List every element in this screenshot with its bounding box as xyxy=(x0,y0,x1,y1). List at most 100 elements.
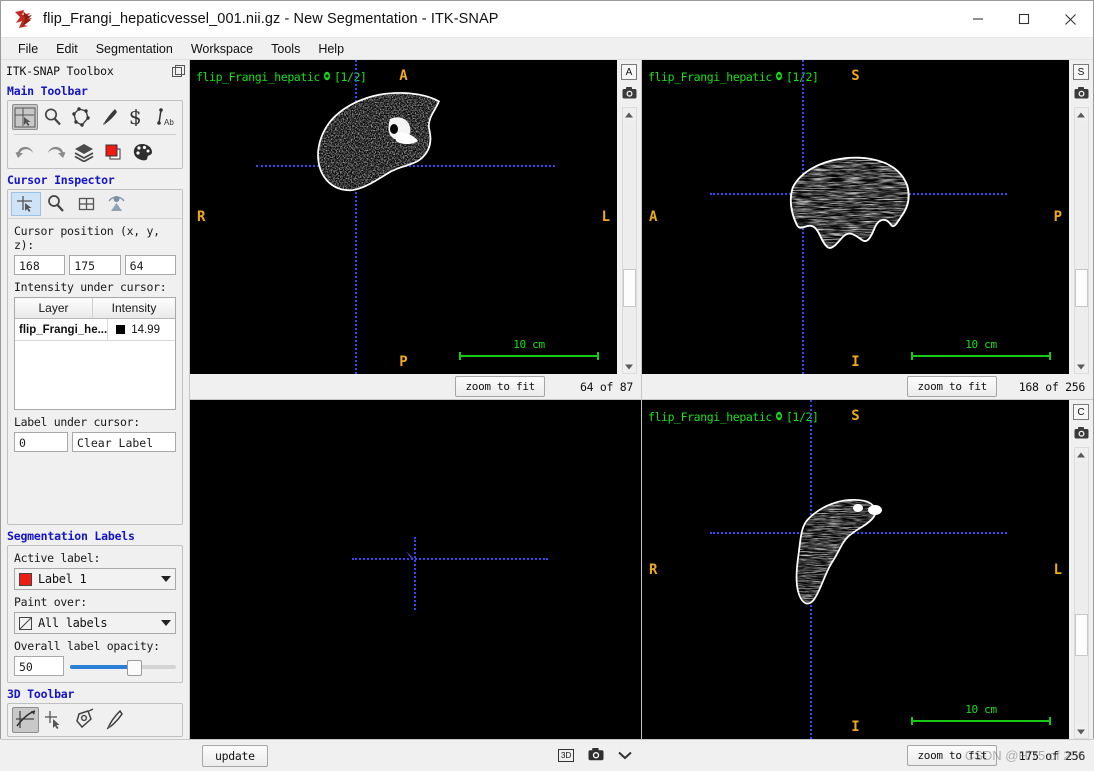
axial-vertical-scrollbar[interactable] xyxy=(621,107,637,374)
camera-icon[interactable] xyxy=(1074,86,1089,102)
scroll-down-arrow-icon[interactable] xyxy=(1074,725,1088,738)
scalpel-icon[interactable] xyxy=(99,707,126,733)
axial-ruler-label: 10 cm xyxy=(513,338,545,351)
scroll-up-arrow-icon[interactable] xyxy=(1074,448,1088,461)
sagittal-zoom-to-fit-button[interactable]: zoom to fit xyxy=(907,376,997,397)
panel-sagittal: flip_Frangi_hepatic [1/2] S I A P 10 cm … xyxy=(641,60,1093,399)
undock-icon[interactable] xyxy=(172,64,185,78)
paint-over-caption: Paint over: xyxy=(14,595,87,609)
intensity-table[interactable]: Layer Intensity flip_Frangi_he... 14.99 xyxy=(14,297,176,410)
paint-over-swatch-icon xyxy=(19,616,32,630)
camera-icon[interactable] xyxy=(1074,426,1089,442)
3d-toggle-icon[interactable]: 3D xyxy=(558,749,575,762)
crosshair-tool-icon[interactable] xyxy=(12,104,38,130)
sagittal-orientation-button[interactable]: S xyxy=(1073,64,1089,80)
coronal-side-strip: C xyxy=(1069,400,1093,739)
menu-tools[interactable]: Tools xyxy=(262,40,309,58)
axial-canvas[interactable]: flip_Frangi_hepatic [1/2] A P R L 10 cm xyxy=(190,60,617,374)
sagittal-layer-name: flip_Frangi_hepatic xyxy=(648,70,772,84)
registration-inspector-icon[interactable] xyxy=(101,192,131,216)
label-color-icon[interactable] xyxy=(99,139,126,165)
sagittal-vertical-scrollbar[interactable] xyxy=(1073,107,1089,374)
toolbar-3d-group xyxy=(7,703,183,737)
active-label-select[interactable]: Label 1 xyxy=(14,568,176,590)
undo-icon[interactable] xyxy=(12,139,39,165)
bottom-bar-controls: update 3D zoom to fit 175 of 256 CSDN @H… xyxy=(190,740,1093,771)
coronal-scroll-track[interactable] xyxy=(1074,461,1088,725)
scroll-down-arrow-icon[interactable] xyxy=(1074,360,1088,373)
scalpel-pointer-icon[interactable] xyxy=(41,707,68,733)
axial-overlay-label: flip_Frangi_hepatic [1/2] xyxy=(196,70,367,84)
label-id-input[interactable]: 0 xyxy=(14,432,68,452)
coronal-layer-index: [1/2] xyxy=(785,410,819,424)
camera-icon[interactable] xyxy=(622,86,637,102)
panel-row-top: flip_Frangi_hepatic [1/2] A P R L 10 cm … xyxy=(190,60,1093,399)
column-layer: Layer xyxy=(15,298,93,318)
toolbox-panel: ITK-SNAP Toolbox Main Toolbar S Ab Curso… xyxy=(1,60,190,739)
camera-icon[interactable] xyxy=(588,747,604,764)
maximize-icon[interactable] xyxy=(1001,1,1047,38)
close-icon[interactable] xyxy=(1047,1,1093,38)
axial-scroll-track[interactable] xyxy=(622,121,636,360)
coronal-zoom-to-fit-button[interactable]: zoom to fit xyxy=(907,745,997,766)
cursor-x-input[interactable]: 168 xyxy=(14,255,66,275)
opacity-input[interactable]: 50 xyxy=(14,656,64,676)
scroll-up-arrow-icon[interactable] xyxy=(1074,108,1088,121)
paintbrush-tool-icon[interactable] xyxy=(96,104,122,130)
cursor-z-input[interactable]: 64 xyxy=(124,255,176,275)
axial-dir-anterior: A xyxy=(399,68,408,84)
scroll-down-arrow-icon[interactable] xyxy=(622,360,636,373)
svg-text:Ab: Ab xyxy=(164,118,174,127)
sagittal-slice-status: 168 of 256 xyxy=(1018,379,1086,394)
crosshair-3d-icon[interactable] xyxy=(12,707,39,733)
sagittal-overlay-label: flip_Frangi_hepatic [1/2] xyxy=(648,70,819,84)
axial-orientation-button[interactable]: A xyxy=(621,64,637,80)
polygon-tool-icon[interactable] xyxy=(68,104,94,130)
label-name-input[interactable]: Clear Label xyxy=(72,432,176,452)
active-label-color-swatch xyxy=(19,572,32,586)
menu-workspace[interactable]: Workspace xyxy=(182,40,262,58)
render3d-crosshair-horizontal xyxy=(352,558,548,560)
spray-icon[interactable] xyxy=(70,707,97,733)
slider-knob[interactable] xyxy=(127,660,143,676)
sagittal-scroll-thumb[interactable] xyxy=(1074,269,1088,308)
sagittal-ruler-label: 10 cm xyxy=(965,338,997,351)
menu-edit[interactable]: Edit xyxy=(47,40,87,58)
snake-tool-icon[interactable]: S xyxy=(124,104,150,130)
scroll-up-arrow-icon[interactable] xyxy=(622,108,636,121)
menu-segmentation[interactable]: Segmentation xyxy=(87,40,182,58)
grid-inspector-icon[interactable] xyxy=(71,192,101,216)
paint-over-select[interactable]: All labels xyxy=(14,612,176,634)
chevron-down-icon[interactable] xyxy=(618,749,632,763)
annotation-tool-icon[interactable]: Ab xyxy=(152,104,178,130)
zoom-inspector-icon[interactable] xyxy=(41,192,71,216)
sagittal-dir-anterior: A xyxy=(649,209,658,225)
update-button[interactable]: update xyxy=(202,744,268,767)
redo-icon[interactable] xyxy=(41,139,68,165)
coronal-status-bar: zoom to fit 175 of 256 xyxy=(907,745,1085,766)
cell-intensity-value: 14.99 xyxy=(131,323,160,336)
menu-file[interactable]: File xyxy=(9,40,47,58)
sagittal-canvas[interactable]: flip_Frangi_hepatic [1/2] S I A P 10 cm xyxy=(642,60,1069,374)
main-body: ITK-SNAP Toolbox Main Toolbar S Ab Curso… xyxy=(1,60,1093,739)
minimize-icon[interactable] xyxy=(955,1,1001,38)
palette-icon[interactable] xyxy=(128,139,155,165)
coronal-vertical-scrollbar[interactable] xyxy=(1073,447,1089,739)
opacity-slider[interactable] xyxy=(70,657,176,676)
table-row[interactable]: flip_Frangi_he... 14.99 xyxy=(15,319,175,341)
axial-zoom-to-fit-button[interactable]: zoom to fit xyxy=(455,376,545,397)
layers-icon[interactable] xyxy=(70,139,97,165)
sagittal-scroll-track[interactable] xyxy=(1074,121,1088,360)
zoom-pan-tool-icon[interactable] xyxy=(40,104,66,130)
coronal-orientation-button[interactable]: C xyxy=(1073,404,1089,420)
render3d-canvas[interactable] xyxy=(190,400,641,739)
axial-side-strip: A xyxy=(617,60,641,374)
main-toolbar-row1: S Ab xyxy=(8,101,182,133)
axial-scroll-thumb[interactable] xyxy=(622,269,636,308)
crosshair-inspector-icon[interactable] xyxy=(11,192,41,216)
menu-help[interactable]: Help xyxy=(309,40,353,58)
coronal-scroll-thumb[interactable] xyxy=(1074,614,1088,657)
coronal-canvas[interactable]: flip_Frangi_hepatic [1/2] S I R L 10 cm xyxy=(642,400,1069,739)
cursor-y-input[interactable]: 175 xyxy=(69,255,121,275)
itksnap-logo-icon xyxy=(11,6,37,32)
